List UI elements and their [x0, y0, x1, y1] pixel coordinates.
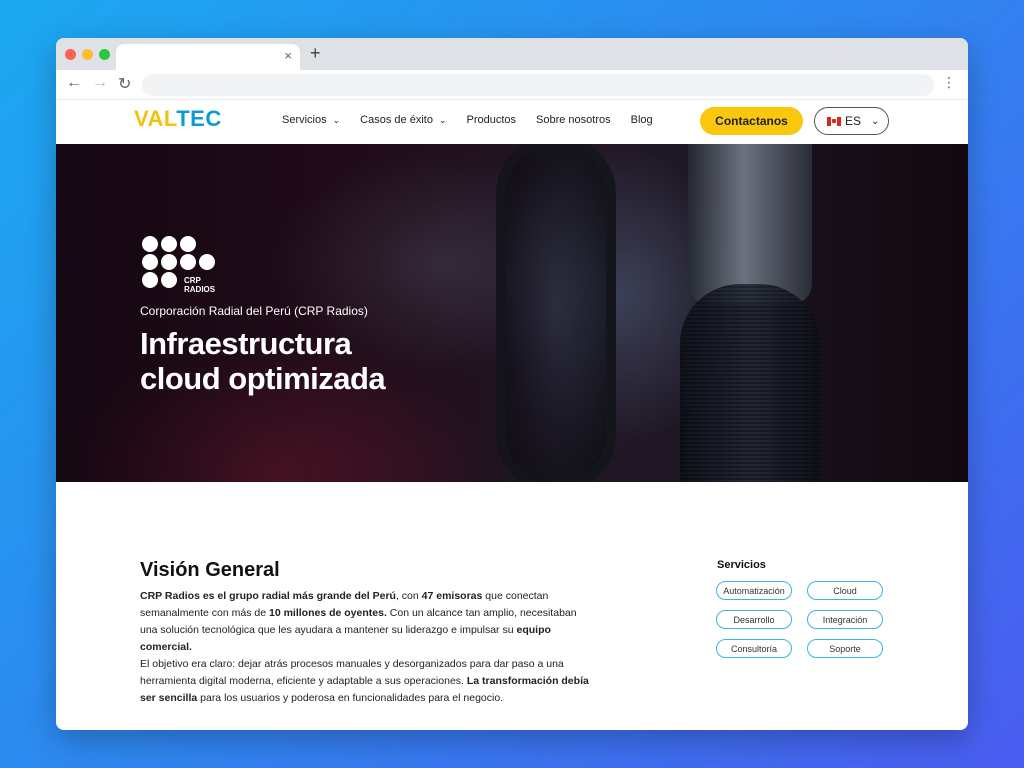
address-bar[interactable]: [142, 74, 934, 96]
overview-bold-1: CRP Radios es el grupo radial más grande…: [140, 590, 396, 602]
crp-logo-text-2: RADIOS: [184, 285, 216, 294]
forward-arrow-icon[interactable]: →: [92, 74, 108, 92]
nav-item-blog[interactable]: Blog: [631, 114, 653, 126]
language-selector[interactable]: ES ⌄: [814, 107, 889, 135]
nav-item-sobre-nosotros[interactable]: Sobre nosotros: [536, 114, 611, 126]
logo-text: VALTEC: [134, 106, 222, 132]
valtec-logo[interactable]: VALTEC: [134, 106, 222, 132]
chevron-down-icon: ⌄: [332, 114, 341, 125]
overview-paragraph-1: CRP Radios es el grupo radial más grande…: [140, 588, 590, 656]
contact-button[interactable]: Contactanos: [700, 107, 803, 135]
logo-prefix: VAL: [134, 106, 177, 131]
overview-bold-3: 10 millones de oyentes.: [268, 607, 387, 619]
service-chip-desarrollo[interactable]: Desarrollo: [716, 610, 792, 629]
canada-flag-icon: [827, 116, 841, 126]
nav-label: Blog: [630, 114, 653, 126]
site-header: VALTEC Servicios ⌄ Casos de éxito ⌄ Prod…: [56, 100, 968, 144]
service-chip-integracion[interactable]: Integración: [807, 610, 883, 629]
nav-item-casos[interactable]: Casos de éxito ⌄: [360, 114, 446, 126]
overview-span-5: para los usuarios y poderosa en funciona…: [197, 692, 504, 704]
overview-bold-2: 47 emisoras: [421, 590, 483, 602]
chevron-down-icon: ⌄: [871, 115, 880, 127]
back-arrow-icon[interactable]: ←: [66, 74, 82, 92]
close-tab-icon[interactable]: ×: [284, 48, 292, 63]
hero-title-line-1: Infraestructura: [140, 326, 352, 361]
crp-logo-label: CRP RADIOS: [184, 276, 215, 294]
hero-title-line-2: cloud optimizada: [140, 361, 386, 396]
nav-label: Sobre nosotros: [536, 114, 611, 126]
main-nav: Servicios ⌄ Casos de éxito ⌄ Productos S…: [282, 114, 673, 126]
maximize-window-dot[interactable]: [99, 49, 110, 60]
crp-logo-text-1: CRP: [184, 276, 201, 285]
logo-suffix: TEC: [176, 106, 222, 131]
browser-window: × + ← → ↻ ⋮ VALTEC Servicios ⌄ Casos de …: [56, 38, 968, 730]
reload-icon[interactable]: ↻: [118, 74, 131, 94]
overview-title: Visión General: [140, 559, 280, 581]
overview-text: CRP Radios es el grupo radial más grande…: [140, 588, 590, 707]
crp-radios-logo: CRP RADIOS: [142, 236, 216, 294]
service-chip-cloud[interactable]: Cloud: [807, 581, 883, 600]
browser-tabbar: × +: [56, 38, 968, 70]
hero-title: Infraestructura cloud optimizada: [140, 326, 500, 396]
chevron-down-icon: ⌄: [438, 114, 447, 125]
overview-paragraph-2: El objetivo era claro: dejar atrás proce…: [140, 656, 590, 707]
overview-span-1: , con: [395, 590, 422, 602]
browser-toolbar: ← → ↻ ⋮: [56, 70, 968, 100]
overview-section: Visión General CRP Radios es el grupo ra…: [56, 482, 968, 730]
language-label: ES: [845, 114, 862, 128]
hero-subtitle: Corporación Radial del Perú (CRP Radios): [140, 304, 368, 318]
browser-tab[interactable]: ×: [116, 44, 300, 70]
new-tab-icon[interactable]: +: [310, 43, 321, 64]
service-chip-consultoria[interactable]: Consultoría: [716, 639, 792, 658]
browser-menu-icon[interactable]: ⋮: [942, 74, 956, 91]
nav-item-productos[interactable]: Productos: [466, 114, 516, 126]
service-chip-automatizacion[interactable]: Automatización: [716, 581, 792, 600]
service-chip-soporte[interactable]: Soporte: [807, 639, 883, 658]
nav-label: Productos: [466, 114, 517, 126]
nav-item-servicios[interactable]: Servicios ⌄: [282, 114, 340, 126]
services-title: Servicios: [717, 559, 766, 571]
services-chips: Automatización Cloud Desarrollo Integrac…: [716, 581, 883, 658]
minimize-window-dot[interactable]: [82, 49, 93, 60]
close-window-dot[interactable]: [65, 49, 76, 60]
nav-label: Servicios: [282, 114, 327, 126]
hero-banner: CRP RADIOS Corporación Radial del Perú (…: [56, 144, 968, 482]
nav-label: Casos de éxito: [360, 114, 433, 126]
